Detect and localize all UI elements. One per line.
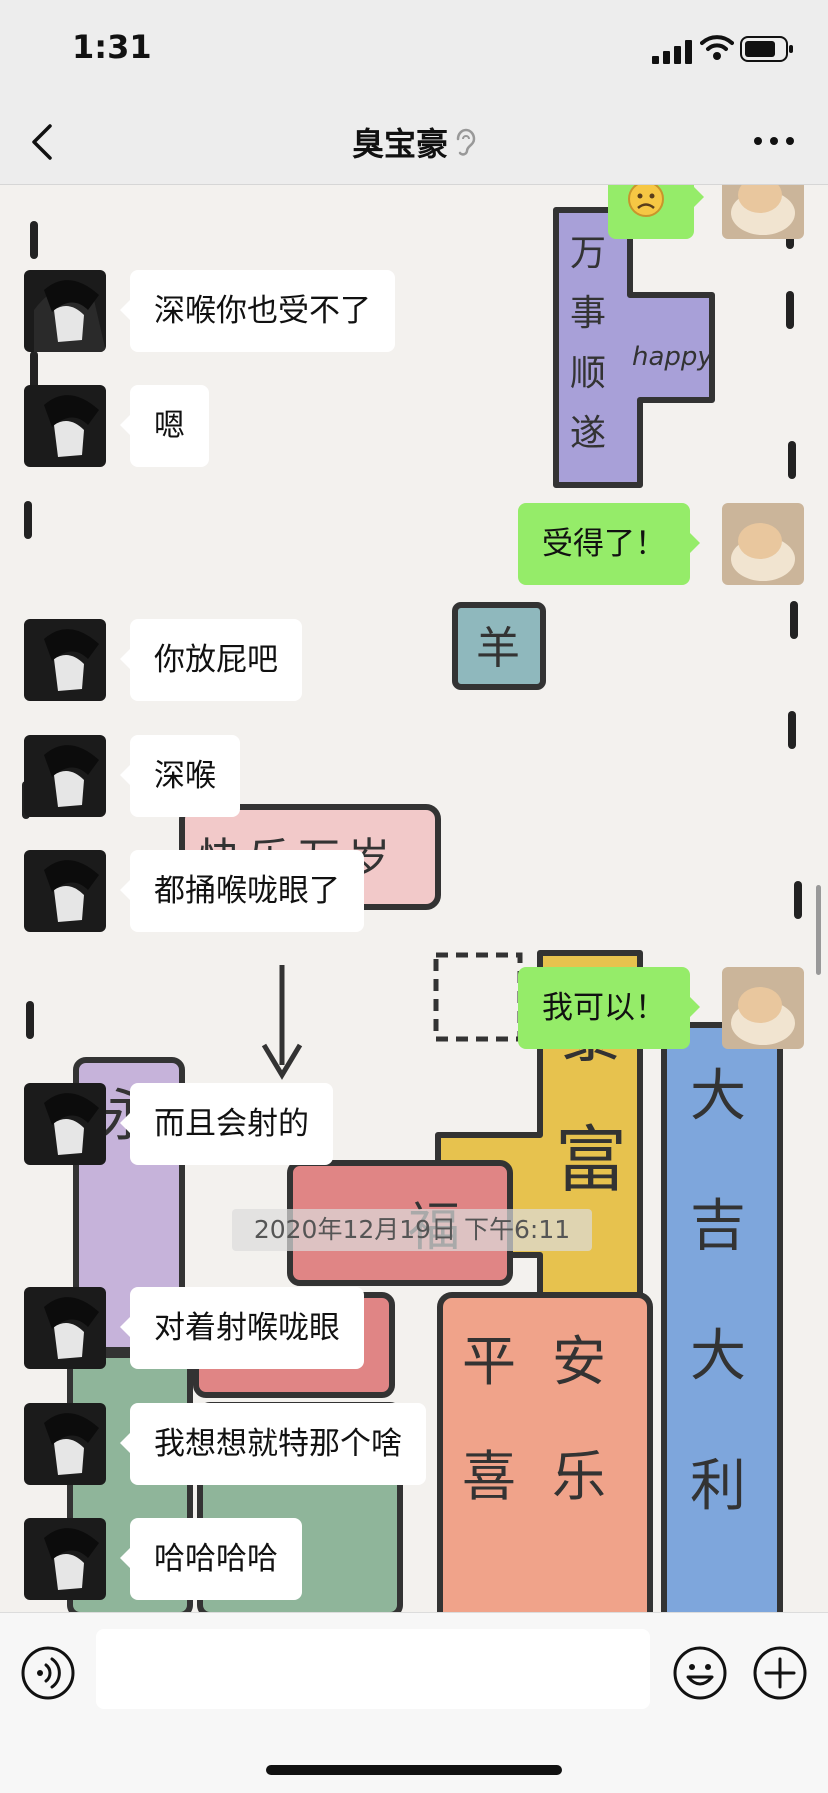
status-bar: 1:31 (0, 0, 828, 100)
self-avatar[interactable] (722, 185, 804, 239)
chat-area[interactable]: 万 事 顺 遂 happy 羊 快乐万岁 暴 富 $ 大 吉 大 利 永 福 (0, 185, 828, 1612)
contact-avatar[interactable] (24, 735, 106, 817)
message-bubble[interactable]: 对着射喉咙眼 (120, 1287, 364, 1369)
wallpaper-text-an: 安 (552, 1330, 606, 1393)
sad-emoji-icon (628, 185, 664, 217)
emoji-icon[interactable] (672, 1645, 728, 1701)
contact-avatar[interactable] (24, 270, 106, 352)
message-bubble[interactable]: 都捅喉咙眼了 (120, 850, 364, 932)
message-bubble[interactable]: 我想想就特那个啥 (120, 1403, 426, 1485)
wallpaper-text-ping: 平 (462, 1330, 516, 1393)
wallpaper-text-yang: 羊 (476, 623, 520, 674)
wallpaper-text-wanshi: 万 (570, 233, 606, 274)
message-bubble[interactable]: 受得了！ (518, 503, 700, 585)
wallpaper-text-da2: 大 (690, 1324, 746, 1389)
contact-avatar[interactable] (24, 619, 106, 701)
plus-icon[interactable] (752, 1645, 808, 1701)
contact-avatar[interactable] (24, 1287, 106, 1369)
wallpaper-text-sui: 遂 (570, 413, 606, 454)
message-bubble[interactable] (608, 185, 704, 239)
chat-title: 臭宝豪 (351, 125, 448, 163)
self-avatar[interactable] (722, 967, 804, 1049)
contact-avatar[interactable] (24, 1518, 106, 1600)
wallpaper-text-ji: 吉 (690, 1194, 746, 1259)
input-bar (0, 1612, 828, 1793)
message-bubble[interactable]: 哈哈哈哈 (120, 1518, 302, 1600)
status-time: 1:31 (72, 28, 152, 66)
more-icon[interactable] (752, 126, 796, 156)
battery-icon (740, 36, 793, 62)
self-avatar[interactable] (722, 503, 804, 585)
wifi-icon (700, 35, 734, 60)
message-input[interactable] (96, 1629, 650, 1709)
wallpaper-text-happy: happy (632, 342, 713, 372)
message-bubble[interactable]: 嗯 (120, 385, 209, 467)
wallpaper-text-shi: 事 (570, 293, 606, 334)
chat-timestamp: 2020年12月19日 下午6:11 (232, 1209, 592, 1251)
voice-icon[interactable] (20, 1645, 76, 1701)
scrollbar[interactable] (816, 885, 821, 975)
ear-icon (456, 128, 476, 156)
contact-avatar[interactable] (24, 385, 106, 467)
wallpaper-text-xi: 喜 (462, 1445, 516, 1508)
cellular-signal-icon (652, 40, 692, 64)
message-bubble[interactable]: 而且会射的 (120, 1083, 333, 1165)
message-bubble[interactable]: 深喉你也受不了 (120, 270, 395, 352)
contact-avatar[interactable] (24, 1403, 106, 1485)
message-bubble[interactable]: 我可以！ (518, 967, 700, 1049)
wallpaper-text-daji: 大 (690, 1064, 746, 1129)
message-bubble[interactable]: 你放屁吧 (120, 619, 302, 701)
contact-avatar[interactable] (24, 1083, 106, 1165)
message-bubble[interactable]: 深喉 (120, 735, 240, 817)
wallpaper-text-shun: 顺 (570, 353, 606, 394)
wallpaper-text-le: 乐 (552, 1445, 606, 1508)
chat-header: 臭宝豪 (0, 100, 828, 185)
home-indicator[interactable] (266, 1765, 562, 1775)
contact-avatar[interactable] (24, 850, 106, 932)
wallpaper-text-li: 利 (690, 1454, 746, 1519)
wallpaper-text-fu: 富 (555, 1118, 627, 1202)
